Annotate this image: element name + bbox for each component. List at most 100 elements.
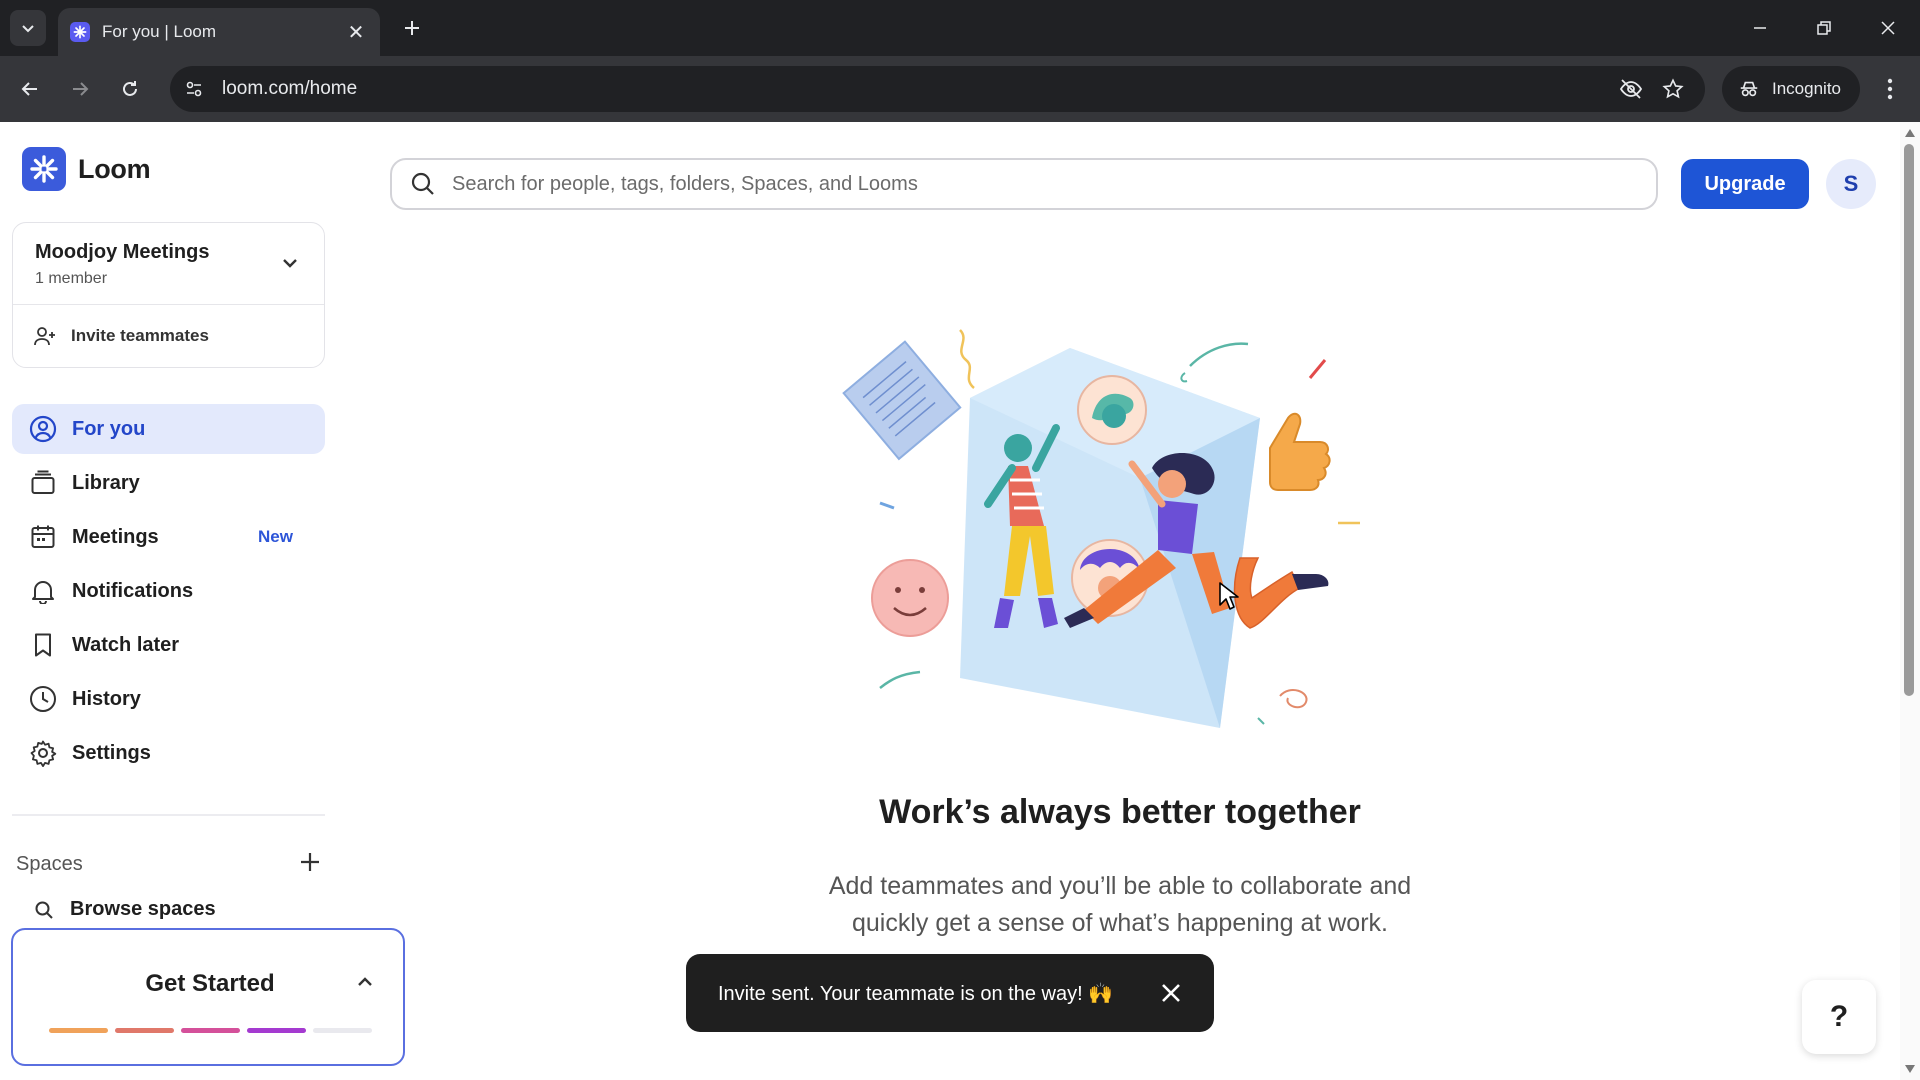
tab-close-icon[interactable]: ✕ [344, 20, 368, 45]
invite-sent-toast: Invite sent. Your teammate is on the way… [686, 954, 1214, 1032]
library-icon [28, 468, 58, 498]
incognito-indicator[interactable]: Incognito [1722, 66, 1860, 112]
browser-toolbar: loom.com/home Incognito [0, 56, 1920, 122]
main-nav: For you Library Meetings New Notificatio… [12, 404, 325, 782]
nav-label: Notifications [72, 579, 194, 602]
url-text[interactable]: loom.com/home [222, 78, 1607, 100]
app-name: Loom [78, 153, 151, 184]
chevron-down-icon [280, 253, 300, 278]
empty-state-line-2: quickly get a sense of what’s happening … [852, 909, 1388, 937]
upgrade-button[interactable]: Upgrade [1681, 159, 1809, 209]
page-scrollbar[interactable] [1900, 122, 1920, 1080]
toast-message: Invite sent. Your teammate is on the way… [718, 982, 1114, 1005]
loom-logo[interactable]: Loom [22, 147, 151, 191]
site-settings-icon[interactable] [184, 79, 204, 99]
reload-button[interactable] [112, 71, 148, 107]
nav-item-watch-later[interactable]: Watch later [12, 620, 325, 670]
search-icon [411, 172, 434, 195]
plus-icon [405, 21, 419, 35]
scrollbar-thumb[interactable] [1904, 144, 1914, 696]
nav-label: History [72, 687, 141, 710]
arrow-right-icon [73, 82, 89, 96]
nav-item-meetings[interactable]: Meetings New [12, 512, 325, 562]
nav-item-for-you[interactable]: For you [12, 404, 325, 454]
workspace-card: Moodjoy Meetings 1 member Invite teammat… [12, 222, 325, 368]
browser-tab[interactable]: For you | Loom ✕ [58, 8, 380, 56]
arrow-left-icon [21, 82, 37, 96]
sidebar: Loom Moodjoy Meetings 1 member Invite te… [0, 122, 405, 1080]
mouse-cursor-icon [1219, 582, 1239, 610]
bookmark-icon [28, 630, 58, 660]
address-bar[interactable]: loom.com/home [170, 66, 1705, 112]
bookmark-star-icon[interactable] [1655, 71, 1691, 107]
progress-step [115, 1028, 174, 1033]
browse-spaces-label: Browse spaces [70, 898, 216, 920]
close-icon [1881, 21, 1895, 35]
invite-teammates-label: Invite teammates [71, 326, 209, 345]
tab-search-button[interactable] [10, 10, 46, 46]
new-badge: New [258, 527, 293, 546]
loom-favicon-icon [70, 22, 90, 42]
user-plus-icon [34, 327, 55, 346]
search-input[interactable]: Search for people, tags, folders, Spaces… [390, 158, 1658, 210]
invite-teammates-button[interactable]: Invite teammates [13, 305, 324, 367]
user-avatar[interactable]: S [1826, 159, 1876, 209]
minimize-button[interactable] [1740, 10, 1780, 46]
workspace-switcher[interactable]: Moodjoy Meetings 1 member [13, 223, 324, 305]
chevron-down-icon [22, 25, 34, 33]
progress-step [313, 1028, 372, 1033]
nav-item-settings[interactable]: Settings [12, 728, 325, 778]
add-space-button[interactable] [299, 851, 321, 878]
close-window-button[interactable] [1868, 10, 1908, 46]
nav-item-notifications[interactable]: Notifications [12, 566, 325, 616]
toast-close-button[interactable] [1156, 978, 1186, 1008]
workspace-name: Moodjoy Meetings [35, 241, 210, 263]
forward-button[interactable] [62, 71, 98, 107]
gear-icon [28, 738, 58, 768]
team-illustration [842, 329, 1360, 728]
get-started-progress [49, 1028, 379, 1033]
chevron-up-icon[interactable] [355, 972, 375, 997]
search-placeholder: Search for people, tags, folders, Spaces… [452, 172, 918, 195]
bell-icon [28, 576, 58, 606]
workspace-member-count: 1 member [35, 270, 108, 287]
close-icon [1162, 984, 1180, 1002]
incognito-label: Incognito [1772, 79, 1841, 98]
incognito-icon [1740, 81, 1758, 97]
browse-spaces-link[interactable]: Browse spaces [34, 898, 216, 921]
progress-step [49, 1028, 108, 1033]
scroll-down-icon[interactable] [1903, 1062, 1917, 1076]
clock-icon [28, 684, 58, 714]
plus-icon [301, 852, 319, 871]
empty-state-description: Add teammates and you’ll be able to coll… [760, 868, 1480, 942]
nav-item-library[interactable]: Library [12, 458, 325, 508]
progress-step [247, 1028, 306, 1033]
minimize-icon [1754, 27, 1766, 29]
get-started-panel[interactable]: Get Started [11, 928, 405, 1066]
nav-item-history[interactable]: History [12, 674, 325, 724]
tab-title: For you | Loom [102, 22, 217, 41]
nav-label: Meetings [72, 525, 159, 548]
get-started-title: Get Started [145, 970, 275, 997]
browser-tab-bar: For you | Loom ✕ [0, 0, 1920, 56]
nav-label: Library [72, 471, 140, 494]
empty-state-headline: Work’s always better together [879, 793, 1361, 831]
more-vertical-icon [1887, 78, 1893, 100]
new-tab-button[interactable] [396, 12, 428, 44]
reload-icon [123, 81, 137, 96]
progress-step [181, 1028, 240, 1033]
nav-label: For you [72, 417, 146, 440]
empty-state-line-1: Add teammates and you’ll be able to coll… [828, 872, 1412, 900]
restore-button[interactable] [1804, 10, 1844, 46]
help-button[interactable]: ? [1802, 980, 1876, 1054]
back-button[interactable] [12, 71, 48, 107]
nav-label: Watch later [72, 633, 180, 656]
scroll-up-icon[interactable] [1903, 126, 1917, 140]
restore-icon [1817, 21, 1831, 35]
nav-label: Settings [72, 741, 151, 764]
search-icon [35, 901, 53, 919]
spaces-label: Spaces [16, 852, 83, 875]
eye-off-icon[interactable] [1613, 71, 1649, 107]
user-circle-icon [28, 414, 58, 444]
browser-menu-button[interactable] [1872, 71, 1908, 107]
